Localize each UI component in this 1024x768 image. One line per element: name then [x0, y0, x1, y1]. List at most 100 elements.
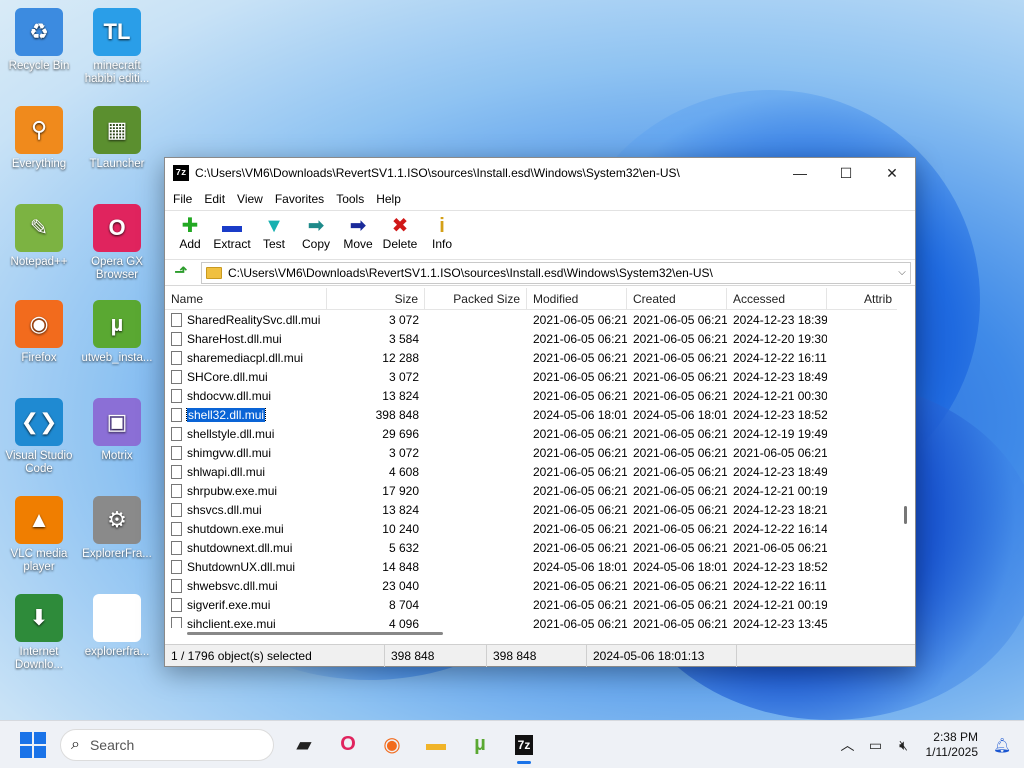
column-header-row: Name Size Packed Size Modified Created Access…: [165, 288, 899, 310]
minimize-button[interactable]: —: [777, 158, 823, 188]
table-row[interactable]: ShareHost.dll.mui 3 584 2021-06-05 06:21 20…: [165, 329, 899, 348]
notification-bell-icon[interactable]: 🔔︎: [988, 737, 1016, 754]
desktop-icon[interactable]: ⬇ Internet Downlo...: [0, 594, 78, 672]
column-header[interactable]: Packed Size: [425, 288, 527, 310]
opera-gx-icon: O: [340, 733, 356, 755]
app-icon: µ: [93, 300, 141, 348]
table-row[interactable]: SHCore.dll.mui 3 072 2021-06-05 06:21 2021-…: [165, 367, 899, 386]
file-accessed-cell: 2024-12-21 00:30: [733, 388, 827, 403]
desktop-icon[interactable]: ⚲ Everything: [0, 106, 78, 171]
file-modified-cell: 2021-06-05 06:21: [533, 312, 627, 327]
desktop-icon[interactable]: O Opera GX Browser: [78, 204, 156, 282]
desktop-icon[interactable]: µ utweb_insta...: [78, 300, 156, 365]
toolbar-label: Delete: [382, 237, 418, 251]
desktop-icon[interactable]: ◉ Firefox: [0, 300, 78, 365]
desktop-icon-label: Opera GX Browser: [91, 256, 143, 281]
title-bar[interactable]: 7z C:\Users\VM6\Downloads\RevertSV1.1.IS…: [165, 158, 915, 188]
taskbar-search-box[interactable]: ⌕ Search: [60, 728, 274, 761]
taskbar-firefox-button[interactable]: ◉: [372, 725, 412, 765]
table-row[interactable]: shellstyle.dll.mui 29 696 2021-06-05 06:21…: [165, 424, 899, 443]
desktop-icon[interactable]: TL minecraft habibi editi...: [78, 8, 156, 86]
close-button[interactable]: ✕: [869, 158, 915, 188]
menu-item[interactable]: Favorites: [269, 192, 330, 206]
table-row[interactable]: sigverif.exe.mui 8 704 2021-06-05 06:21 202…: [165, 595, 899, 614]
table-row[interactable]: shlwapi.dll.mui 4 608 2021-06-05 06:21 2021…: [165, 462, 899, 481]
column-header[interactable]: Accessed: [727, 288, 827, 310]
horizontal-scrollbar[interactable]: [165, 628, 899, 638]
copy-button[interactable]: ➡ Copy: [295, 211, 337, 259]
column-header[interactable]: Size: [327, 288, 425, 310]
column-header[interactable]: Name: [165, 288, 327, 310]
desktop-icon[interactable]: ✎ Notepad++: [0, 204, 78, 269]
windows-logo-icon: [20, 731, 32, 744]
menu-item[interactable]: Help: [370, 192, 407, 206]
file-name-cell: shsvcs.dll.mui: [165, 502, 327, 517]
test-button[interactable]: ▼ Test: [253, 211, 295, 259]
file-modified-cell: 2021-06-05 06:21: [533, 350, 627, 365]
address-path[interactable]: C:\Users\VM6\Downloads\RevertSV1.1.ISO\s…: [228, 266, 894, 280]
desktop-icon[interactable]: ▣ Motrix: [78, 398, 156, 463]
table-row[interactable]: shsvcs.dll.mui 13 824 2021-06-05 06:21 2021…: [165, 500, 899, 519]
desktop-icon[interactable]: explorerfra...: [78, 594, 156, 659]
delete-icon: ✖: [391, 215, 409, 237]
file-icon: [171, 350, 182, 365]
file-size-cell: 13 824: [382, 388, 419, 403]
desktop-icon[interactable]: ❮❯ Visual Studio Code: [0, 398, 78, 476]
menu-item[interactable]: Tools: [330, 192, 370, 206]
chevron-up-icon[interactable]: ︿: [834, 735, 862, 755]
table-row[interactable]: shwebsvc.dll.mui 23 040 2021-06-05 06:21 20…: [165, 576, 899, 595]
desktop-icon[interactable]: ▲ VLC media player: [0, 496, 78, 574]
delete-button[interactable]: ✖ Delete: [379, 211, 421, 259]
desktop-icon[interactable]: ▦ TLauncher: [78, 106, 156, 171]
taskbar-opera-gx-button[interactable]: O: [328, 725, 368, 765]
table-row[interactable]: shutdownext.dll.mui 5 632 2021-06-05 06:21…: [165, 538, 899, 557]
table-row[interactable]: shell32.dll.mui 398 848 2024-05-06 18:01 20…: [165, 405, 899, 424]
file-accessed-cell: 2024-12-23 18:39: [733, 312, 827, 327]
table-row[interactable]: SharedRealitySvc.dll.mui 3 072 2021-06-05 …: [165, 310, 899, 329]
file-modified-cell: 2021-06-05 06:21: [533, 616, 627, 629]
taskbar-task-view-button[interactable]: ▰: [284, 725, 324, 765]
file-icon: [171, 616, 182, 628]
menu-item[interactable]: View: [231, 192, 269, 206]
table-row[interactable]: shimgvw.dll.mui 3 072 2021-06-05 06:21 2021…: [165, 443, 899, 462]
desktop-icon[interactable]: ⚙ ExplorerFra...: [78, 496, 156, 561]
start-button[interactable]: [20, 731, 46, 758]
column-header[interactable]: Modified: [527, 288, 627, 310]
column-header[interactable]: Created: [627, 288, 727, 310]
clock[interactable]: 2:38 PM 1/11/2025: [926, 730, 979, 760]
chevron-down-icon[interactable]: ⌵: [894, 267, 910, 278]
taskbar: ⌕ Search ▰ O ◉ ▬ µ 7z ︿ ▭ 🔇︎ 2:38 PM 1/11/202…: [0, 720, 1024, 768]
up-folder-button[interactable]: ⬏: [169, 262, 193, 284]
taskbar-utorrent-web-button[interactable]: µ: [460, 725, 500, 765]
move-button[interactable]: ➡ Move: [337, 211, 379, 259]
info-button[interactable]: i Info: [421, 211, 463, 259]
taskbar-7zip-button[interactable]: 7z: [504, 725, 544, 765]
desktop-icon-label: Internet Downlo...: [15, 646, 63, 671]
menu-item[interactable]: Edit: [198, 192, 231, 206]
file-created-cell: 2021-06-05 06:21: [633, 483, 727, 498]
scrollbar-thumb[interactable]: [904, 506, 907, 524]
table-row[interactable]: ShutdownUX.dll.mui 14 848 2024-05-06 18:01…: [165, 557, 899, 576]
menu-item[interactable]: File: [167, 192, 198, 206]
file-name-cell: shellstyle.dll.mui: [165, 426, 327, 441]
table-row[interactable]: shutdown.exe.mui 10 240 2021-06-05 06:21 20…: [165, 519, 899, 538]
column-header[interactable]: Attrib: [827, 288, 899, 310]
network-icon[interactable]: ▭: [862, 737, 890, 754]
maximize-button[interactable]: ☐: [823, 158, 869, 188]
address-combobox[interactable]: C:\Users\VM6\Downloads\RevertSV1.1.ISO\s…: [201, 261, 911, 284]
scrollbar-thumb[interactable]: [187, 632, 443, 635]
table-row[interactable]: sihclient.exe.mui 4 096 2021-06-05 06:21 20…: [165, 614, 899, 628]
desktop-icon[interactable]: ♻ Recycle Bin: [0, 8, 78, 73]
vertical-scrollbar[interactable]: [897, 288, 915, 628]
file-icon: [171, 502, 182, 517]
table-row[interactable]: sharemediacpl.dll.mui 12 288 2021-06-05 06…: [165, 348, 899, 367]
file-created-cell: 2021-06-05 06:21: [633, 540, 727, 555]
file-name: shell32.dll.mui: [185, 407, 267, 422]
add-button[interactable]: ✚ Add: [169, 211, 211, 259]
file-list[interactable]: Name Size Packed Size Modified Created Access…: [165, 288, 899, 628]
taskbar-file-explorer-button[interactable]: ▬: [416, 725, 456, 765]
table-row[interactable]: shdocvw.dll.mui 13 824 2021-06-05 06:21 202…: [165, 386, 899, 405]
volume-muted-icon[interactable]: 🔇︎: [890, 737, 918, 754]
extract-button[interactable]: ▬ Extract: [211, 211, 253, 259]
table-row[interactable]: shrpubw.exe.mui 17 920 2021-06-05 06:21 202…: [165, 481, 899, 500]
